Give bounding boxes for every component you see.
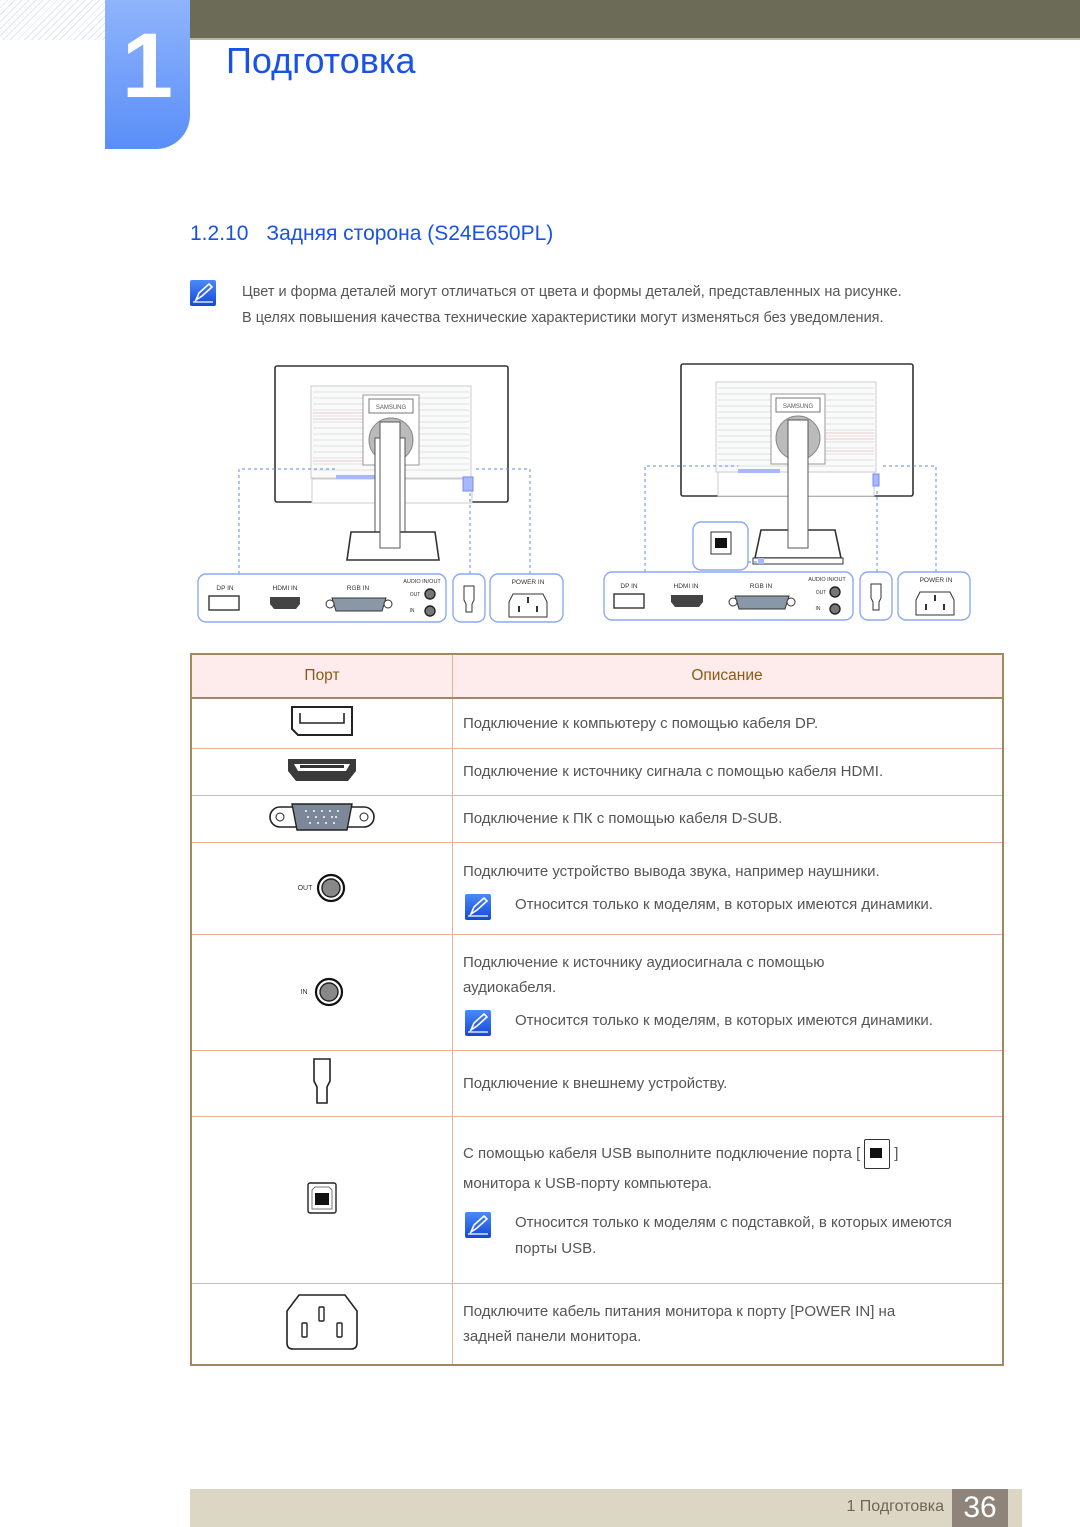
port-label: IN	[816, 606, 821, 612]
table-row: Подключение к ПК с помощью кабеля D-SUB.	[190, 794, 1004, 842]
chapter-number: 1	[121, 15, 174, 117]
note-pencil-icon	[465, 1010, 491, 1036]
page-number: 36	[952, 1489, 1008, 1527]
note-text: Цвет и форма деталей могут отличаться от…	[242, 279, 902, 331]
page-footer: 1 Подготовка 36	[190, 1489, 1022, 1527]
port-label: OUT	[816, 590, 827, 596]
port-label: AUDIO IN/OUT	[403, 579, 441, 585]
chapter-title: Подготовка	[226, 40, 416, 81]
table-row: OUT Подключите устройство вывода звука, …	[190, 841, 1004, 934]
samsung-logo: SAMSUNG	[783, 404, 814, 410]
port-label: DP IN	[216, 585, 234, 592]
table-row: Подключение к внешнему устройству.	[190, 1049, 1004, 1116]
table-row: Подключение к компьютеру с помощью кабел…	[190, 697, 1004, 748]
table-header-row: Порт Описание	[190, 653, 1004, 699]
kensington-lock-icon	[313, 1058, 331, 1104]
note-pencil-icon	[465, 1212, 491, 1238]
audio-in-jack-icon	[314, 977, 343, 1007]
monitor-rear-figure-right: SAMSUNG DP IN HDMI IN RGB IN AUDIO IN/OU…	[603, 363, 971, 621]
row-note: Относится только к моделям с подставкой,…	[463, 1210, 1001, 1262]
row-description: ]	[894, 1145, 899, 1162]
usb-b-port-icon	[864, 1139, 891, 1170]
chapter-number-tab: 1	[105, 0, 190, 149]
row-description: Подключите устройство вывода звука, напр…	[463, 862, 880, 880]
column-header-description: Описание	[452, 653, 1004, 699]
section-number: 1.2.10	[190, 222, 249, 245]
monitor-body: SAMSUNG	[274, 365, 509, 561]
note-pencil-icon	[465, 893, 491, 920]
jack-label: IN	[300, 988, 308, 996]
row-description: Подключение к компьютеру с помощью кабел…	[463, 714, 819, 732]
header-bar	[190, 0, 1080, 40]
table-row: Подключение к источнику сигнала с помощь…	[190, 747, 1004, 795]
table-row: Подключите кабель питания монитора к пор…	[190, 1282, 1004, 1366]
ports-table: Порт Описание Подключение к компьютеру с…	[190, 653, 1004, 1366]
audio-out-jack-icon	[317, 873, 346, 903]
row-note: Относится только к моделям, в которых им…	[463, 1008, 1001, 1036]
port-label: HDMI IN	[273, 585, 298, 592]
row-description: Подключение к источнику сигнала с помощь…	[463, 763, 884, 780]
note-text: Относится только к моделям с подставкой,…	[515, 1214, 952, 1257]
row-description: Подключите кабель питания монитора к пор…	[463, 1302, 896, 1320]
section-heading: 1.2.10 Задняя сторона (S24E650PL)	[190, 222, 553, 246]
jack-label: OUT	[297, 884, 313, 892]
port-label: AUDIO IN/OUT	[808, 577, 846, 583]
port-label: DP IN	[620, 583, 638, 590]
table-row: IN Подключение к источнику аудиосигнала …	[190, 933, 1004, 1050]
port-label: POWER IN	[920, 577, 953, 584]
note-text: Относится только к моделям, в которых им…	[515, 1012, 933, 1029]
section-title: Задняя сторона (S24E650PL)	[266, 222, 554, 245]
note-line: Цвет и форма деталей могут отличаться от…	[242, 284, 902, 300]
footer-chapter-label: 1 Подготовка	[846, 1498, 944, 1515]
port-label: RGB IN	[750, 583, 773, 590]
port-label: RGB IN	[347, 585, 370, 592]
row-description: Подключение к ПК с помощью кабеля D-SUB.	[463, 810, 783, 827]
row-description: С помощью кабеля USB выполните подключен…	[463, 1145, 861, 1162]
column-header-port: Порт	[190, 653, 453, 699]
row-description: монитора к USB-порту компьютера.	[463, 1175, 713, 1192]
decorative-hatch	[0, 0, 105, 40]
vga-port-icon	[269, 802, 375, 831]
row-description: задней панели монитора.	[463, 1327, 642, 1345]
note-text: Относится только к моделям, в которых им…	[515, 895, 933, 913]
usb-b-port-icon	[307, 1181, 337, 1214]
samsung-logo: SAMSUNG	[376, 405, 407, 411]
note-line: В целях повышения качества технические х…	[242, 310, 884, 326]
row-description: Подключение к источнику аудиосигнала с п…	[463, 954, 825, 971]
hdmi-port-icon	[288, 758, 356, 781]
row-note: Относится только к моделям, в которых им…	[463, 892, 1001, 920]
row-description: аудиокабеля.	[463, 979, 557, 996]
port-label: POWER IN	[512, 579, 545, 586]
displayport-icon	[291, 706, 353, 737]
power-in-port-icon	[286, 1293, 358, 1350]
row-description: Подключение к внешнему устройству.	[463, 1074, 728, 1092]
monitor-rear-figure-left: SAMSUNG DP IN HDMI IN RGB IN AUDIO IN/OU…	[197, 365, 564, 623]
port-label: HDMI IN	[674, 583, 699, 590]
port-label: IN	[410, 608, 415, 614]
table-row: С помощью кабеля USB выполните подключен…	[190, 1115, 1004, 1283]
port-label: OUT	[410, 592, 421, 598]
note-pencil-icon	[190, 280, 216, 311]
